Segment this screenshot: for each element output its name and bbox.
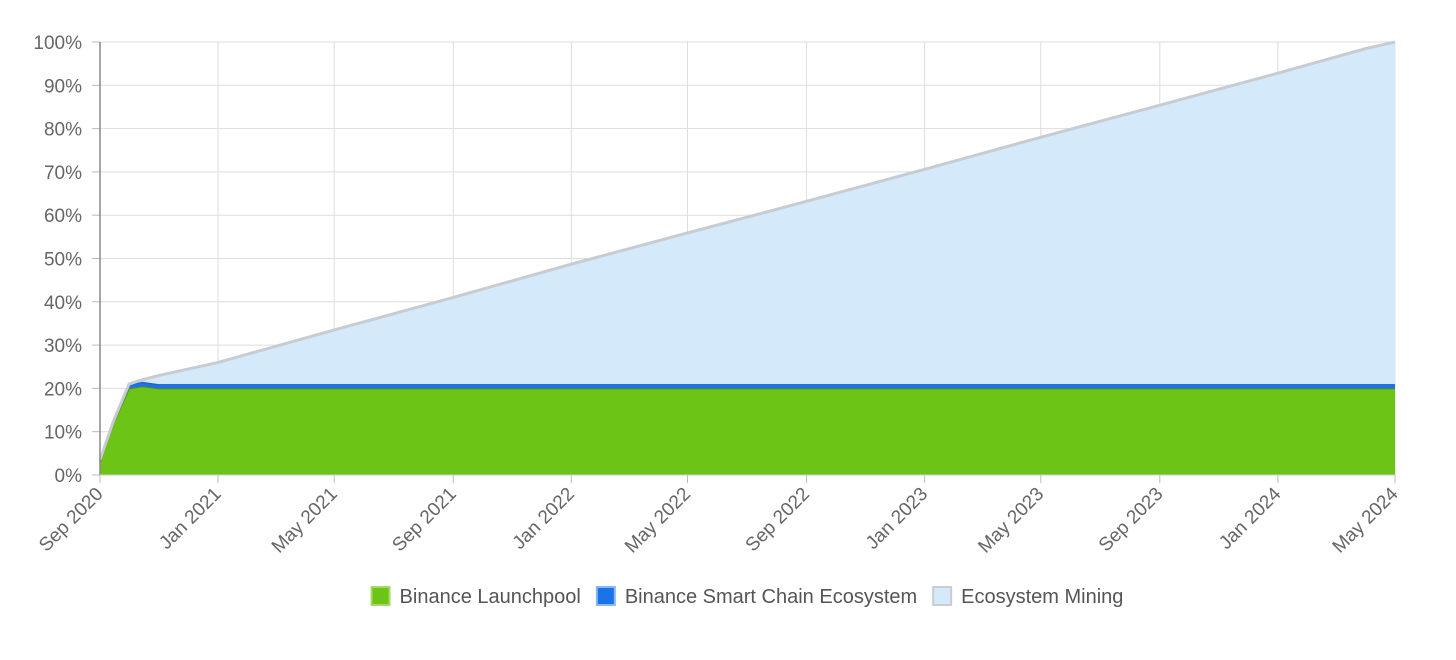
y-tick-label: 50% xyxy=(44,250,82,271)
y-tick-label: 90% xyxy=(44,76,82,97)
x-tick-label: Jan 2024 xyxy=(1215,483,1285,553)
legend-swatch xyxy=(932,586,953,606)
x-tick-label: May 2021 xyxy=(268,484,342,558)
x-tick-label: Sep 2022 xyxy=(742,484,814,556)
x-tick-label: May 2022 xyxy=(621,484,695,558)
y-axis-ticks: 0% 10% 20% 30% 40% 50% 60% 70% 80% 90% 100% xyxy=(33,33,82,487)
x-tick-label: Jan 2021 xyxy=(155,484,225,554)
legend-item-ecosystem-mining[interactable]: Ecosystem Mining xyxy=(932,586,1123,608)
y-tick-label: 20% xyxy=(44,379,82,400)
x-tick-label: Sep 2023 xyxy=(1095,484,1167,556)
y-tick-label: 40% xyxy=(44,293,82,314)
x-tick-label: Sep 2020 xyxy=(35,484,107,556)
y-tick-label: 100% xyxy=(33,33,82,54)
x-tick-label: Jan 2022 xyxy=(509,484,579,554)
legend: Binance Launchpool Binance Smart Chain Ec… xyxy=(370,586,1123,608)
x-tick-label: Jan 2023 xyxy=(862,484,932,554)
y-tick-label: 80% xyxy=(44,120,82,141)
legend-label: Binance Launchpool xyxy=(400,586,581,608)
stacked-area-chart: 0% 10% 20% 30% 40% 50% 60% 70% 80% 90% 100% Sep 20… xyxy=(33,33,1403,608)
legend-item-binance-smart-chain-ecosystem[interactable]: Binance Smart Chain Ecosystem xyxy=(595,586,917,608)
chart-container: 0% 10% 20% 30% 40% 50% 60% 70% 80% 90% 100% Sep 20… xyxy=(0,0,1456,655)
y-tick-label: 70% xyxy=(44,163,82,184)
legend-label: Binance Smart Chain Ecosystem xyxy=(625,586,917,608)
y-tick-label: 0% xyxy=(55,466,83,487)
series-area-binance-launchpool xyxy=(100,386,1395,475)
legend-item-binance-launchpool[interactable]: Binance Launchpool xyxy=(370,586,581,608)
x-tick-label: May 2023 xyxy=(974,484,1048,558)
x-axis-ticks: Sep 2020 Jan 2021 May 2021 Sep 2021 Jan 2022… xyxy=(35,483,1403,557)
x-tick-label: Sep 2021 xyxy=(388,484,460,556)
x-tick-label: May 2024 xyxy=(1329,483,1403,557)
legend-swatch xyxy=(595,586,616,606)
y-tick-label: 60% xyxy=(44,206,82,227)
legend-label: Ecosystem Mining xyxy=(961,586,1123,608)
legend-swatch xyxy=(370,586,391,606)
y-tick-label: 10% xyxy=(44,423,82,444)
y-tick-label: 30% xyxy=(44,336,82,357)
